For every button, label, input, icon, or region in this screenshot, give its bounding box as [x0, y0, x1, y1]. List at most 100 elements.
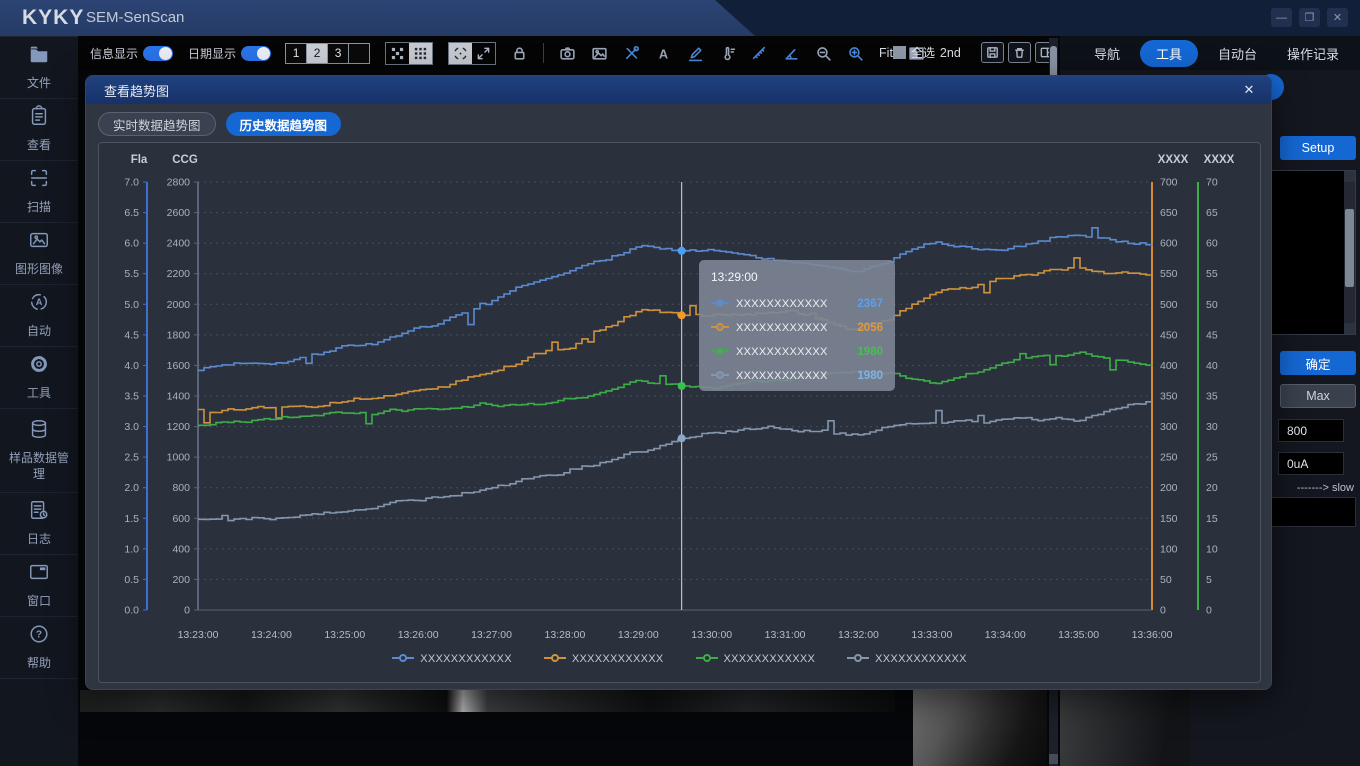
expand-icon[interactable] [472, 43, 495, 64]
setup-button[interactable]: Setup [1280, 136, 1356, 160]
log-icon [28, 499, 50, 526]
camera-icon[interactable] [559, 45, 576, 62]
zoom-in-icon[interactable] [847, 45, 864, 62]
sidebar-item-10[interactable]: ? 帮助 [0, 617, 78, 679]
svg-text:13:36:00: 13:36:00 [1132, 629, 1173, 641]
tab-3[interactable]: 自动台 [1208, 40, 1267, 67]
legend-item-2[interactable]: XXXXXXXXXXXX [543, 650, 664, 668]
angle-icon[interactable] [783, 45, 800, 62]
sidebar-item-5[interactable]: A 自动 [0, 285, 78, 347]
svg-text:450: 450 [1160, 329, 1178, 341]
svg-text:65: 65 [1206, 207, 1218, 219]
tooltip-row: XXXXXXXXXXXX 2367 [711, 292, 883, 316]
measure-icon[interactable] [751, 45, 768, 62]
wrench-icon[interactable] [623, 45, 640, 62]
sidebar-item-7[interactable]: 样品数据管理 [0, 409, 78, 493]
svg-text:13:31:00: 13:31:00 [765, 629, 806, 641]
page-box-4[interactable] [348, 42, 371, 64]
svg-text:?: ? [36, 630, 42, 641]
legend-item-1[interactable]: XXXXXXXXXXXX [392, 650, 512, 668]
grid-dots-icon[interactable] [386, 43, 409, 64]
delete-icon-button[interactable] [1008, 42, 1031, 63]
svg-text:7.0: 7.0 [124, 177, 139, 189]
gear-icon [28, 353, 50, 380]
clipboard-icon [28, 105, 50, 132]
lock-icon[interactable] [511, 45, 528, 62]
svg-text:13:29:00: 13:29:00 [618, 629, 659, 641]
svg-text:1000: 1000 [167, 452, 191, 464]
chart-tooltip: 13:29:00 XXXXXXXXXXXX 2367 XXXXXXXXXXXX 205… [699, 260, 895, 391]
grid-dense-icon[interactable] [409, 42, 433, 64]
svg-text:1800: 1800 [167, 329, 191, 341]
preview-scroll-up[interactable] [1344, 171, 1355, 182]
sem-image-fragment [1060, 690, 1190, 766]
svg-text:1.5: 1.5 [124, 513, 139, 525]
svg-text:5.0: 5.0 [124, 299, 139, 311]
value-field-800[interactable]: 800 [1278, 419, 1344, 442]
svg-text:XXXX: XXXX [1204, 154, 1235, 166]
second-detector-button[interactable]: 2nd [940, 46, 961, 60]
toggle-label: 信息显示 [90, 46, 139, 61]
page-box-2[interactable]: 2 [306, 42, 329, 64]
legend-label: XXXXXXXXXXXX [875, 653, 967, 665]
legend-item-4[interactable]: XXXXXXXXXXXX [847, 650, 967, 668]
max-button[interactable]: Max [1280, 384, 1356, 408]
thermometer-icon[interactable] [719, 45, 736, 62]
close-button[interactable]: ✕ [1327, 8, 1348, 27]
sidebar-item-2[interactable]: 查看 [0, 99, 78, 161]
sidebar-item-1[interactable]: 文件 [0, 37, 78, 99]
svg-text:0: 0 [1160, 605, 1166, 617]
svg-text:XXXX: XXXX [1158, 154, 1189, 166]
sidebar-item-label: 帮助 [26, 656, 51, 671]
sidebar-item-8[interactable]: 日志 [0, 493, 78, 555]
series-marker-icon [711, 367, 729, 385]
toggle-2: 日期显示 [188, 45, 272, 62]
dialog-header[interactable]: 查看趋势图 ✕ [86, 76, 1271, 104]
value-field-current[interactable]: 0uA [1278, 452, 1344, 475]
crosshair-icon[interactable] [449, 42, 473, 64]
page-box-1[interactable]: 1 [285, 42, 308, 64]
toggle-switch[interactable] [241, 45, 272, 61]
sidebar-item-9[interactable]: 窗口 [0, 555, 78, 617]
title-bar: KYKY SEM-SenScan — ❐ ✕ [0, 0, 1360, 36]
save-icon-button[interactable] [981, 42, 1004, 63]
svg-text:50: 50 [1206, 299, 1218, 311]
trend-chart[interactable]: 7.0 2800 700 70 6.5 2600 650 65 6.0 2400 600 60 5.5 2… [99, 143, 1262, 684]
trend-tab-2[interactable]: 历史数据趋势图 [225, 112, 342, 136]
trend-tab-1[interactable]: 实时数据趋势图 [98, 112, 216, 136]
svg-text:15: 15 [1206, 513, 1218, 525]
page-box-3[interactable]: 3 [327, 42, 350, 64]
toggle-switch[interactable] [143, 45, 174, 61]
maximize-button[interactable]: ❐ [1299, 8, 1320, 27]
sidebar-item-3[interactable]: 扫描 [0, 161, 78, 223]
pen-icon[interactable] [687, 45, 704, 62]
main-toolbar: 信息显示 日期显示 1 2 3 A Fit 2nd 全选 [78, 36, 1058, 70]
text-icon[interactable]: A [655, 45, 672, 62]
svg-text:70: 70 [1206, 177, 1218, 189]
sidebar-item-6[interactable]: 工具 [0, 347, 78, 409]
svg-text:20: 20 [1206, 482, 1218, 494]
tab-2[interactable]: 工具 [1140, 39, 1199, 67]
tab-4[interactable]: 操作记录 [1277, 40, 1349, 67]
confirm-button[interactable]: 确定 [1280, 351, 1356, 375]
slow-indicator-label: -------> slow [1296, 482, 1354, 494]
tab-1[interactable]: 导航 [1084, 40, 1130, 67]
sidebar-item-4[interactable]: 图形图像 [0, 223, 78, 285]
minimize-button[interactable]: — [1271, 8, 1292, 27]
select-all-control[interactable]: 全选 [893, 44, 935, 61]
svg-text:A: A [36, 297, 43, 307]
sidebar-item-label: 查看 [26, 138, 51, 153]
fit-button[interactable]: Fit [879, 46, 893, 60]
preview-scroll-down[interactable] [1344, 323, 1355, 334]
preview-scroll-thumb[interactable] [1345, 209, 1354, 287]
select-all-checkbox[interactable] [893, 46, 906, 59]
app-logo: KYKY [22, 6, 85, 29]
snapshot-icon[interactable] [591, 45, 608, 62]
legend-item-3[interactable]: XXXXXXXXXXXX [695, 650, 816, 668]
svg-text:2600: 2600 [167, 207, 191, 219]
svg-text:13:24:00: 13:24:00 [251, 629, 292, 641]
close-icon[interactable]: ✕ [1241, 82, 1257, 98]
zoom-out-icon[interactable] [815, 45, 832, 62]
legend-label: XXXXXXXXXXXX [420, 653, 512, 665]
scrollbar-arrow[interactable] [1049, 754, 1058, 764]
